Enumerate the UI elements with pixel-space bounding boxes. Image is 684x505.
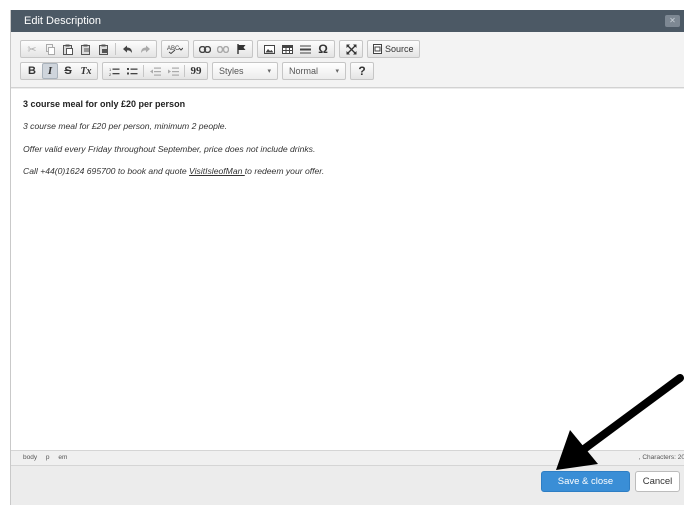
save-close-button[interactable]: Save & close bbox=[541, 471, 630, 492]
format-select[interactable]: Normal ▾ bbox=[282, 62, 346, 80]
paste-text-icon[interactable] bbox=[78, 41, 94, 57]
separator bbox=[115, 43, 116, 55]
separator bbox=[184, 65, 185, 77]
format-select-value: Normal bbox=[289, 66, 319, 76]
source-label: Source bbox=[385, 44, 414, 54]
path-item-em[interactable]: em bbox=[58, 454, 67, 461]
toolbar-row-2: B I S Tx 12 99 Styles ▾ Normal ▾ ? bbox=[20, 62, 378, 80]
content-line-2: Offer valid every Friday throughout Sept… bbox=[23, 143, 316, 154]
content-link[interactable]: VisitIsleofMan bbox=[189, 166, 245, 176]
svg-text:2: 2 bbox=[109, 72, 112, 76]
insert-group: Ω bbox=[257, 40, 335, 58]
separator bbox=[143, 65, 144, 77]
strike-button[interactable]: S bbox=[60, 63, 76, 79]
cancel-button[interactable]: Cancel bbox=[635, 471, 680, 492]
link-icon[interactable] bbox=[197, 41, 213, 57]
paste-icon[interactable] bbox=[60, 41, 76, 57]
numbered-list-icon[interactable]: 12 bbox=[106, 63, 122, 79]
list-group: 12 99 bbox=[102, 62, 208, 80]
cut-icon[interactable]: ✂ bbox=[24, 41, 40, 57]
help-button[interactable]: ? bbox=[354, 63, 370, 79]
styles-select-value: Styles bbox=[219, 66, 244, 76]
bold-button[interactable]: B bbox=[24, 63, 40, 79]
italic-button[interactable]: I bbox=[42, 63, 58, 79]
link-group bbox=[193, 40, 253, 58]
tools-group bbox=[339, 40, 363, 58]
paste-word-icon[interactable] bbox=[96, 41, 112, 57]
content-line-3-end: to redeem your offer. bbox=[244, 166, 325, 176]
path-item-body[interactable]: body bbox=[23, 454, 37, 461]
editor-toolbar: ✂ ABC Ω Source B I S Tx 1 2 99 Styles ▾ … bbox=[11, 32, 684, 88]
spellcheck-group: ABC bbox=[161, 40, 189, 58]
redo-icon[interactable] bbox=[137, 41, 153, 57]
editor-content-area[interactable]: 3 course meal for only £20 per person 3 … bbox=[11, 89, 684, 450]
chevron-down-icon: ▾ bbox=[335, 68, 339, 75]
element-path: body p em bbox=[23, 454, 74, 461]
copy-icon[interactable] bbox=[42, 41, 58, 57]
close-icon[interactable]: ✕ bbox=[665, 15, 680, 27]
content-line-1: 3 course meal for £20 per person, minimu… bbox=[23, 121, 227, 131]
unlink-icon[interactable] bbox=[215, 41, 231, 57]
table-icon[interactable] bbox=[279, 41, 295, 57]
bulleted-list-icon[interactable] bbox=[124, 63, 140, 79]
dialog-title-bar: Edit Description ✕ bbox=[11, 10, 684, 32]
edit-description-dialog: Edit Description ✕ ✂ ABC Ω Source B I S … bbox=[10, 10, 684, 505]
content-heading: 3 course meal for only £20 per person bbox=[23, 99, 186, 109]
basic-styles-group: B I S Tx bbox=[20, 62, 98, 80]
source-icon bbox=[373, 44, 382, 54]
content-line-3-start: Call +44(0)1624 695700 to book and quote bbox=[23, 166, 190, 176]
undo-icon[interactable] bbox=[119, 41, 135, 57]
horizontal-rule-icon[interactable] bbox=[297, 41, 313, 57]
indent-icon[interactable] bbox=[165, 63, 181, 79]
content-line-3: Call +44(0)1624 695700 to book and quote… bbox=[23, 166, 673, 176]
path-item-p[interactable]: p bbox=[46, 454, 50, 461]
dialog-title: Edit Description bbox=[24, 15, 102, 27]
source-group: Source bbox=[367, 40, 420, 58]
flag-icon[interactable] bbox=[233, 41, 249, 57]
dialog-footer: Save & close Cancel bbox=[11, 466, 684, 505]
editor-status-bar: body p em , Characters: 20 bbox=[11, 450, 684, 466]
toolbar-row-1: ✂ ABC Ω Source bbox=[20, 40, 424, 58]
source-button[interactable]: Source bbox=[371, 41, 416, 57]
character-counter: , Characters: 20 bbox=[638, 454, 684, 461]
remove-format-button[interactable]: Tx bbox=[78, 63, 94, 79]
help-group: ? bbox=[350, 62, 374, 80]
image-icon[interactable] bbox=[261, 41, 277, 57]
omega-icon[interactable]: Ω bbox=[315, 41, 331, 57]
chevron-down-icon: ▾ bbox=[267, 68, 271, 75]
clipboard-group: ✂ bbox=[20, 40, 157, 58]
blockquote-button[interactable]: 99 bbox=[188, 63, 204, 79]
maximize-icon[interactable] bbox=[343, 41, 359, 57]
outdent-icon[interactable] bbox=[147, 63, 163, 79]
spellcheck-icon[interactable]: ABC bbox=[165, 41, 185, 57]
styles-select[interactable]: Styles ▾ bbox=[212, 62, 278, 80]
